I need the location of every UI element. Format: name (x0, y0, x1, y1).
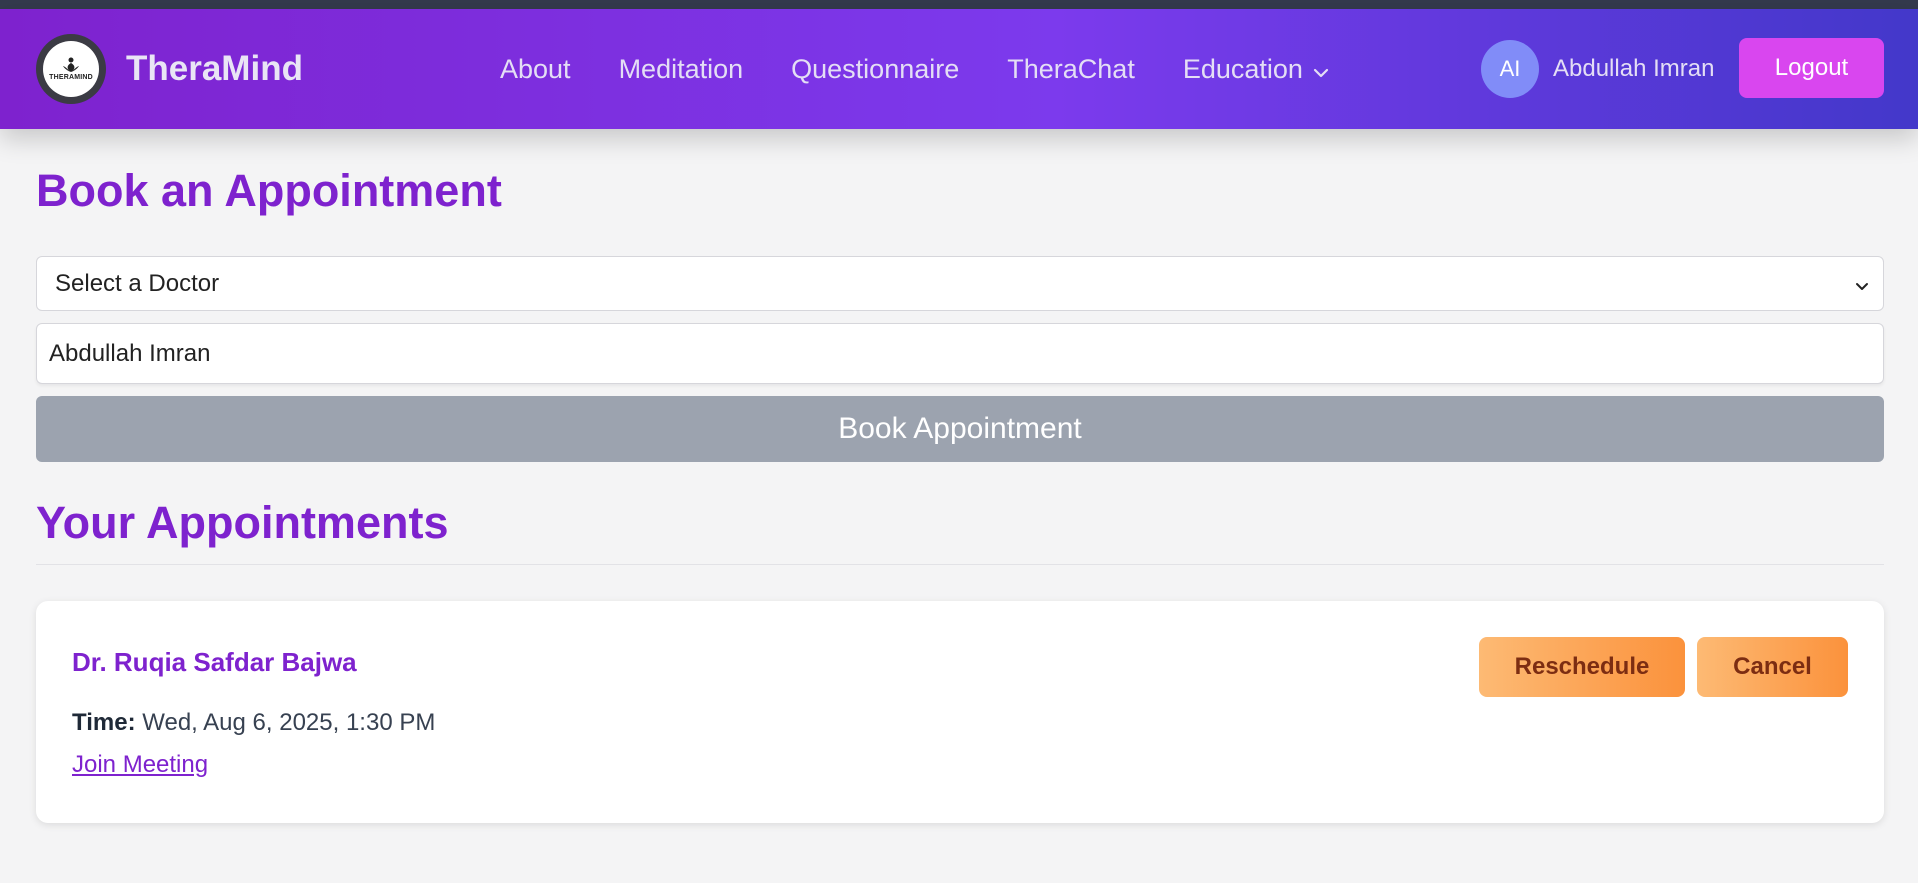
chevron-down-icon (1313, 54, 1329, 85)
doctor-select-value: Select a Doctor (55, 269, 220, 297)
logo-text: THERAMIND (49, 74, 93, 81)
appointment-time: Time: Wed, Aug 6, 2025, 1:30 PM (72, 709, 435, 737)
time-label: Time: (72, 709, 136, 736)
logout-button[interactable]: Logout (1739, 38, 1884, 98)
cancel-button[interactable]: Cancel (1697, 637, 1848, 697)
divider (36, 564, 1884, 565)
brand[interactable]: THERAMIND TheraMind (36, 34, 303, 104)
nav-questionnaire[interactable]: Questionnaire (791, 54, 959, 85)
lotus-icon (63, 57, 79, 72)
logo[interactable]: THERAMIND (36, 34, 106, 104)
doctor-name: Dr. Ruqia Safdar Bajwa (72, 647, 357, 677)
book-appointment-title: Book an Appointment (36, 165, 502, 216)
user-name: Abdullah Imran (1553, 55, 1715, 82)
reschedule-button[interactable]: Reschedule (1479, 637, 1685, 697)
join-meeting-link[interactable]: Join Meeting (72, 751, 208, 779)
avatar[interactable]: AI (1481, 40, 1539, 98)
book-appointment-button[interactable]: Book Appointment (36, 396, 1884, 462)
your-appointments-title: Your Appointments (36, 497, 449, 548)
doctor-select[interactable]: Select a Doctor (36, 256, 1884, 311)
nav-education-label: Education (1182, 53, 1303, 84)
nav-therachat[interactable]: TheraChat (1007, 54, 1135, 85)
chevron-down-icon (1855, 270, 1869, 298)
navbar: THERAMIND TheraMind About Meditation Que… (0, 9, 1918, 129)
time-value: Wed, Aug 6, 2025, 1:30 PM (142, 709, 436, 736)
nav-education[interactable]: Education (1183, 54, 1329, 85)
main-nav: About Meditation Questionnaire TheraChat… (500, 9, 1377, 129)
appointment-card: Dr. Ruqia Safdar Bajwa Time: Wed, Aug 6,… (36, 601, 1884, 823)
brand-name[interactable]: TheraMind (126, 49, 303, 89)
logo-badge: THERAMIND (43, 41, 99, 97)
nav-about[interactable]: About (500, 54, 571, 85)
user-menu: AI Abdullah Imran (1481, 9, 1714, 129)
nav-meditation[interactable]: Meditation (619, 54, 744, 85)
patient-name-field[interactable]: Abdullah Imran (36, 323, 1884, 384)
window-top-strip (0, 0, 1918, 9)
